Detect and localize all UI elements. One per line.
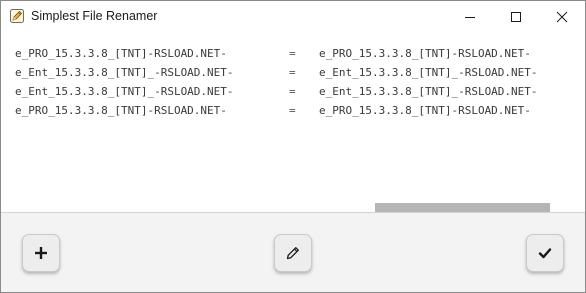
new-filename: e_Ent_15.3.3.8_[TNT]_-RSLOAD.NET- bbox=[319, 66, 538, 79]
equals-separator: = bbox=[289, 85, 296, 98]
pencil-app-icon bbox=[10, 9, 24, 23]
original-filename: e_PRO_15.3.3.8_[TNT]-RSLOAD.NET- bbox=[15, 104, 227, 117]
apply-rename-button[interactable] bbox=[526, 234, 564, 272]
rename-preview-list[interactable]: e_PRO_15.3.3.8_[TNT]-RSLOAD.NET- = e_PRO… bbox=[1, 32, 585, 212]
edit-rename-rule-button[interactable] bbox=[274, 234, 312, 272]
new-filename: e_PRO_15.3.3.8_[TNT]-RSLOAD.NET- bbox=[319, 104, 531, 117]
pencil-icon bbox=[286, 247, 299, 260]
horizontal-scrollbar[interactable] bbox=[1, 202, 585, 212]
minimize-icon bbox=[465, 16, 475, 18]
window-title: Simplest File Renamer bbox=[31, 9, 158, 23]
minimize-button[interactable] bbox=[447, 1, 493, 32]
original-filename: e_Ent_15.3.3.8_[TNT]_-RSLOAD.NET- bbox=[15, 85, 234, 98]
list-item[interactable]: e_Ent_15.3.3.8_[TNT]_-RSLOAD.NET- = e_En… bbox=[1, 83, 585, 102]
checkmark-icon bbox=[538, 248, 552, 259]
add-files-button[interactable] bbox=[22, 234, 60, 272]
maximize-icon bbox=[511, 11, 521, 22]
equals-separator: = bbox=[289, 66, 296, 79]
original-filename: e_PRO_15.3.3.8_[TNT]-RSLOAD.NET- bbox=[15, 47, 227, 60]
list-item[interactable]: e_Ent_15.3.3.8_[TNT]_-RSLOAD.NET- = e_En… bbox=[1, 64, 585, 83]
app-window: Simplest File Renamer e_PRO_15.3.3.8_[TN… bbox=[0, 0, 586, 293]
new-filename: e_Ent_15.3.3.8_[TNT]_-RSLOAD.NET- bbox=[319, 85, 538, 98]
horizontal-scrollbar-thumb[interactable] bbox=[375, 203, 550, 212]
title-bar[interactable]: Simplest File Renamer bbox=[1, 1, 585, 32]
plus-icon bbox=[35, 247, 47, 259]
close-icon bbox=[556, 11, 568, 22]
maximize-button[interactable] bbox=[493, 1, 539, 32]
original-filename: e_Ent_15.3.3.8_[TNT]_-RSLOAD.NET- bbox=[15, 66, 234, 79]
equals-separator: = bbox=[289, 47, 296, 60]
list-item[interactable]: e_PRO_15.3.3.8_[TNT]-RSLOAD.NET- = e_PRO… bbox=[1, 45, 585, 64]
action-bar bbox=[1, 212, 585, 292]
list-item[interactable]: e_PRO_15.3.3.8_[TNT]-RSLOAD.NET- = e_PRO… bbox=[1, 102, 585, 121]
new-filename: e_PRO_15.3.3.8_[TNT]-RSLOAD.NET- bbox=[319, 47, 531, 60]
close-button[interactable] bbox=[539, 1, 585, 32]
equals-separator: = bbox=[289, 104, 296, 117]
